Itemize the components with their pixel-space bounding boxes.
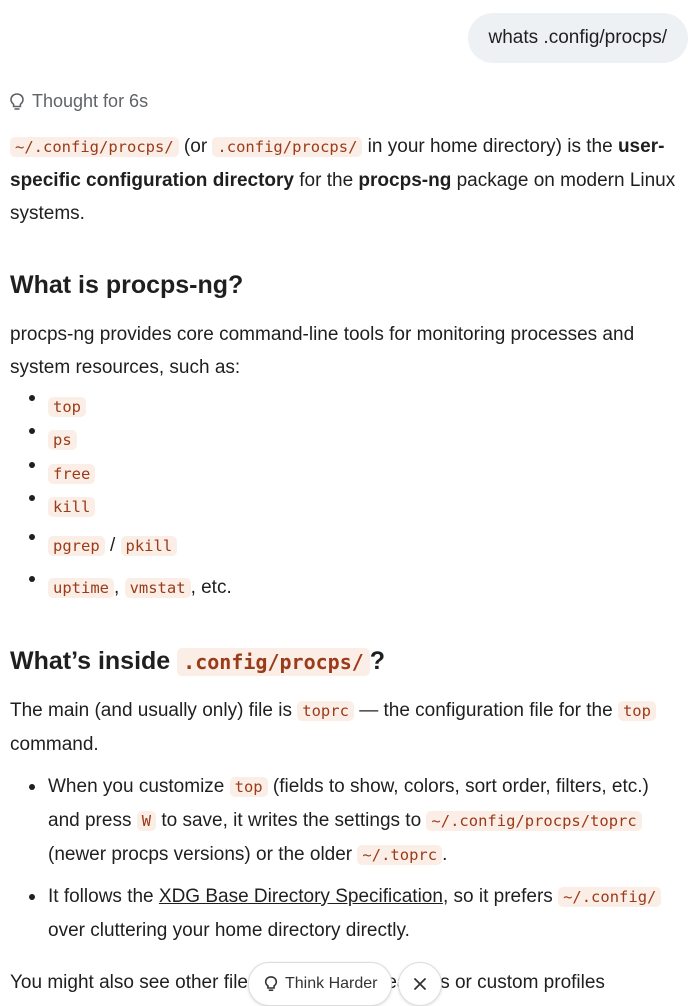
- text: It follows the: [48, 886, 159, 907]
- inline-code: kill: [48, 497, 96, 517]
- inline-code: uptime: [48, 578, 114, 598]
- text: (or: [178, 136, 213, 157]
- text: The main (and usually only) file is: [10, 700, 298, 721]
- lightbulb-icon: [10, 92, 24, 110]
- close-button[interactable]: [398, 962, 443, 1006]
- detail-list: When you customize top (fields to show, …: [10, 770, 680, 947]
- text: /: [104, 535, 121, 556]
- lightbulb-icon: [264, 976, 278, 992]
- list-item: When you customize top (fields to show, …: [10, 770, 680, 872]
- text: .: [442, 844, 448, 865]
- inline-code: top: [617, 701, 656, 721]
- list-item: kill: [10, 495, 96, 519]
- user-message-text: whats .config/procps/: [488, 27, 667, 48]
- text: ,: [114, 577, 125, 598]
- think-harder-button[interactable]: Think Harder: [248, 962, 393, 1006]
- inline-code: ps: [48, 430, 77, 450]
- text: , so it prefers: [442, 886, 559, 907]
- inline-code: pgrep: [48, 536, 105, 556]
- section2-paragraph: The main (and usually only) file is topr…: [10, 694, 685, 761]
- text: command.: [10, 734, 99, 755]
- thought-label: Thought for 6s: [32, 91, 149, 111]
- list-item: ps: [10, 428, 77, 452]
- bold-text: procps-ng: [358, 170, 452, 191]
- close-icon: [414, 978, 427, 990]
- thought-toggle[interactable]: Thought for 6s: [8, 91, 148, 112]
- list-item: It follows the XDG Base Directory Specif…: [10, 880, 680, 947]
- inline-code: .config/procps/: [177, 648, 370, 676]
- user-message-bubble: whats .config/procps/: [467, 13, 688, 63]
- think-harder-label: Think Harder: [285, 975, 378, 992]
- heading-text: ?: [369, 647, 386, 675]
- text: (newer procps versions) or the older: [48, 844, 358, 865]
- section-heading: What’s inside .config/procps/?: [10, 645, 385, 678]
- section1-paragraph: procps-ng provides core command-line too…: [10, 324, 635, 378]
- xdg-spec-link[interactable]: XDG Base Directory Specification: [159, 886, 443, 907]
- inline-code: ~/.config/procps/toprc: [426, 811, 642, 831]
- inline-code: vmstat: [124, 578, 191, 598]
- heading-text: What’s inside: [10, 647, 178, 675]
- bottom-action-bar: Think Harder: [248, 962, 443, 1006]
- inline-code: ~/.config/procps/: [10, 137, 179, 157]
- list-item: free: [10, 462, 96, 486]
- text: to save, it writes the settings to: [156, 810, 427, 831]
- inline-code: top: [48, 397, 86, 417]
- intro-paragraph: ~/.config/procps/ (or .config/procps/ in…: [10, 130, 685, 230]
- text: over cluttering your home directory dire…: [48, 920, 410, 941]
- section-heading: What is procps-ng?: [10, 271, 244, 299]
- inline-code: W: [136, 811, 157, 831]
- inline-code: toprc: [297, 701, 354, 721]
- list-item: uptime, vmstat, etc.: [10, 576, 232, 600]
- text: When you customize: [48, 776, 230, 797]
- text: — the configuration file for the: [353, 700, 618, 721]
- text: for the: [294, 170, 359, 191]
- inline-code: ~/.config/: [558, 887, 662, 907]
- inline-code: .config/procps/: [212, 137, 363, 157]
- list-item: pgrep / pkill: [10, 534, 178, 558]
- inline-code: top: [229, 777, 268, 797]
- inline-code: ~/.toprc: [357, 845, 443, 865]
- inline-code: pkill: [120, 536, 178, 556]
- list-item: top: [10, 395, 86, 419]
- inline-code: free: [48, 464, 96, 484]
- text: , etc.: [190, 577, 232, 598]
- text: in your home directory) is the: [362, 136, 618, 157]
